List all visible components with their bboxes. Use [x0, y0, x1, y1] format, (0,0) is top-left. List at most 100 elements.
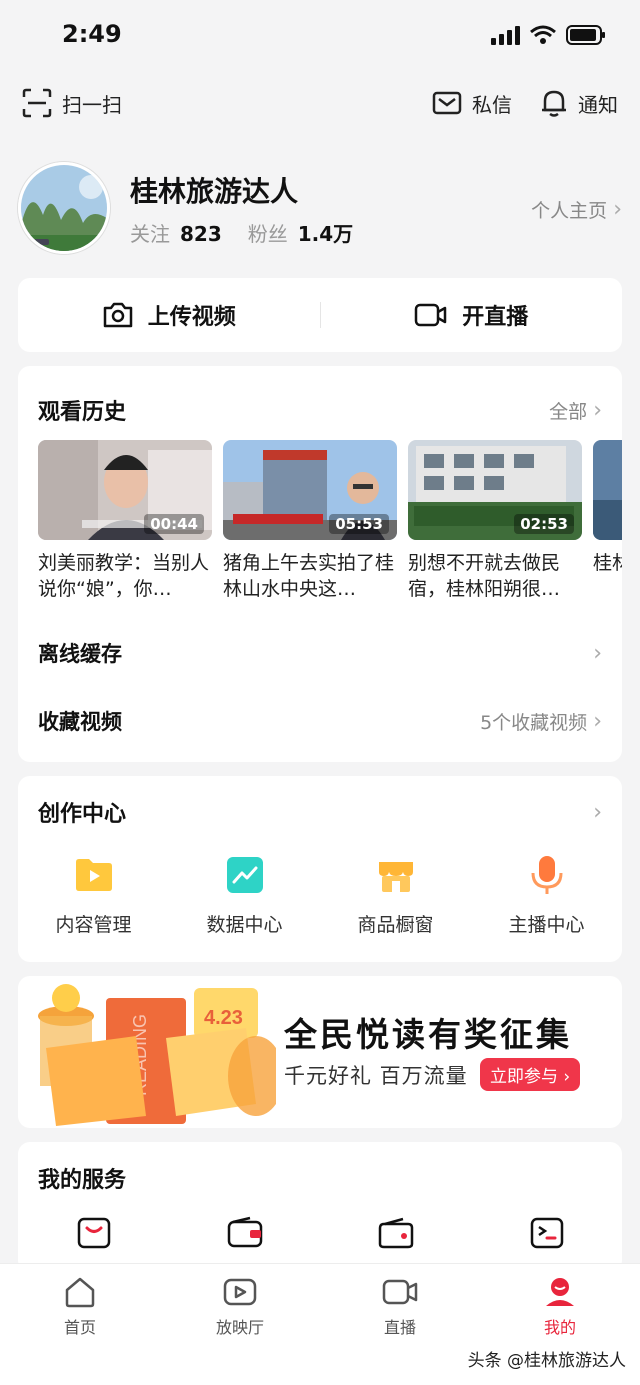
- profile-stats: 关注 823 粉丝 1.4万: [130, 218, 369, 247]
- creator-title: 创作中心: [38, 802, 127, 827]
- battery-icon: [566, 25, 605, 45]
- cinema-icon: [223, 1278, 257, 1306]
- tab-home[interactable]: 首页: [0, 1276, 160, 1338]
- services-list: [18, 1216, 622, 1250]
- tab-live-label: 直播: [383, 1318, 416, 1337]
- video-duration: 00:44: [144, 514, 204, 534]
- history-item[interactable]: 00:44 刘美丽教学：当别人说你“娘”，你…: [38, 440, 212, 602]
- notify-button[interactable]: 通知: [540, 88, 618, 118]
- video-thumbnail: 05:53: [223, 440, 397, 540]
- data-center-button[interactable]: 数据中心: [169, 854, 320, 937]
- creator-center-card: 创作中心 › 内容管理 数据中心 商品橱窗 主播中心: [18, 776, 622, 962]
- service-item-orders[interactable]: [471, 1216, 622, 1250]
- banner-subtitle: 千元好礼 百万流量: [284, 1064, 468, 1088]
- creator-header[interactable]: 创作中心 ›: [38, 796, 602, 828]
- join-now-button[interactable]: 立即参与 ›: [480, 1058, 581, 1091]
- status-bar: 2:49: [0, 0, 640, 70]
- scan-icon: [22, 88, 52, 118]
- avatar-image: [21, 165, 107, 251]
- tab-cinema[interactable]: 放映厅: [160, 1276, 320, 1338]
- scan-button[interactable]: 扫一扫: [22, 88, 122, 118]
- history-item[interactable]: 桂林游…: [593, 440, 622, 602]
- creator-tools: 内容管理 数据中心 商品橱窗 主播中心: [18, 854, 622, 937]
- svg-text:4.23: 4.23: [204, 1007, 243, 1029]
- favorites-count-link: 5个收藏视频 ›: [480, 708, 602, 735]
- favorites-count: 5个收藏视频: [480, 711, 588, 734]
- messages-button[interactable]: 私信: [432, 88, 512, 118]
- content-manage-label: 内容管理: [55, 914, 132, 936]
- history-item[interactable]: 02:53 别想不开就去做民宿，桂林阳朔很…: [408, 440, 582, 602]
- video-duration: 02:53: [514, 514, 574, 534]
- upload-video-button[interactable]: 上传视频: [18, 299, 320, 331]
- shop-window-button[interactable]: 商品橱窗: [320, 854, 471, 937]
- history-title: 观看历史: [38, 400, 127, 425]
- tab-cinema-label: 放映厅: [215, 1318, 264, 1337]
- chevron-right-icon: ›: [593, 708, 602, 734]
- my-services-card: 我的服务: [18, 1142, 622, 1272]
- service-item-purse[interactable]: [320, 1216, 471, 1250]
- video-camera-icon: [414, 303, 447, 327]
- quick-actions-card: 上传视频 开直播: [18, 278, 622, 352]
- homepage-link[interactable]: 个人主页 ›: [531, 196, 622, 223]
- services-title: 我的服务: [38, 1168, 127, 1193]
- fans-count[interactable]: 1.4万: [298, 218, 353, 247]
- favorites-row[interactable]: 收藏视频 5个收藏视频 ›: [38, 706, 602, 736]
- tab-me-label: 我的: [543, 1318, 576, 1337]
- video-title: 刘美丽教学：当别人说你“娘”，你…: [38, 552, 210, 600]
- me-icon: [546, 1278, 574, 1306]
- shopping-bag-icon: [77, 1217, 110, 1249]
- history-all-link[interactable]: 全部 ›: [549, 397, 602, 424]
- tab-live[interactable]: 直播: [320, 1276, 480, 1338]
- status-time: 2:49: [62, 20, 122, 48]
- home-icon: [65, 1277, 95, 1308]
- service-item-shop[interactable]: [18, 1216, 169, 1250]
- service-item-wallet[interactable]: [169, 1216, 320, 1250]
- profile-header: 桂林旅游达人 关注 823 粉丝 1.4万 个人主页 ›: [18, 160, 622, 256]
- video-thumbnail: [593, 440, 622, 540]
- homepage-label: 个人主页: [531, 200, 608, 222]
- video-duration: 05:53: [329, 514, 389, 534]
- purse-icon: [378, 1217, 413, 1249]
- wallet-icon: [227, 1216, 262, 1248]
- promo-banner[interactable]: READING 4.23 全民悦读有奖征集 千元好礼 百万流量 立即参与 ›: [18, 976, 622, 1128]
- camera-icon: [103, 302, 132, 328]
- live-icon: [382, 1279, 418, 1305]
- video-title: 别想不开就去做民宿，桂林阳朔很…: [408, 552, 561, 600]
- offline-cache-label: 离线缓存: [38, 642, 122, 666]
- bell-icon: [542, 90, 566, 117]
- history-header: 观看历史 全部 ›: [38, 394, 602, 426]
- following-count[interactable]: 823: [180, 222, 222, 246]
- tab-me[interactable]: 我的: [480, 1276, 640, 1338]
- history-list: 00:44 刘美丽教学：当别人说你“娘”，你… 05:53 猪角上午去实拍了桂林…: [38, 440, 622, 610]
- microphone-icon: [531, 856, 562, 894]
- shop-window-icon: [378, 862, 413, 892]
- status-icons: [490, 24, 606, 46]
- offline-cache-row[interactable]: 离线缓存 ›: [38, 638, 602, 668]
- video-thumbnail: 02:53: [408, 440, 582, 540]
- watermark: 头条 @桂林旅游达人: [467, 1351, 626, 1371]
- content-manage-icon: [75, 859, 112, 891]
- content-manage-button[interactable]: 内容管理: [18, 854, 169, 937]
- fans-label: 粉丝: [247, 222, 288, 246]
- history-item[interactable]: 05:53 猪角上午去实拍了桂林山水中央这…: [223, 440, 397, 602]
- wifi-icon: [530, 25, 556, 44]
- watch-history-card: 观看历史 全部 › 00:44 刘美丽教学：当别人说你“娘”，你… 05:53 …: [18, 366, 622, 762]
- anchor-center-button[interactable]: 主播中心: [471, 854, 622, 937]
- chevron-right-icon: ›: [593, 640, 602, 666]
- banner-title: 全民悦读有奖征集: [284, 1015, 572, 1054]
- username: 桂林旅游达人: [130, 175, 299, 208]
- top-bar: 扫一扫 私信 通知: [0, 84, 640, 128]
- notify-label: 通知: [578, 92, 618, 117]
- data-center-label: 数据中心: [206, 914, 283, 936]
- chevron-right-icon: ›: [593, 397, 602, 423]
- data-center-icon: [226, 857, 263, 893]
- chevron-right-icon: ›: [613, 197, 622, 222]
- avatar[interactable]: [18, 162, 110, 254]
- upload-video-label: 上传视频: [147, 305, 236, 330]
- go-live-button[interactable]: 开直播: [321, 299, 623, 331]
- video-title: 猪角上午去实拍了桂林山水中央这…: [223, 552, 395, 600]
- shop-window-label: 商品橱窗: [357, 914, 434, 936]
- chevron-right-icon: ›: [593, 799, 602, 825]
- go-live-label: 开直播: [462, 305, 529, 330]
- signal-icon: [491, 26, 520, 45]
